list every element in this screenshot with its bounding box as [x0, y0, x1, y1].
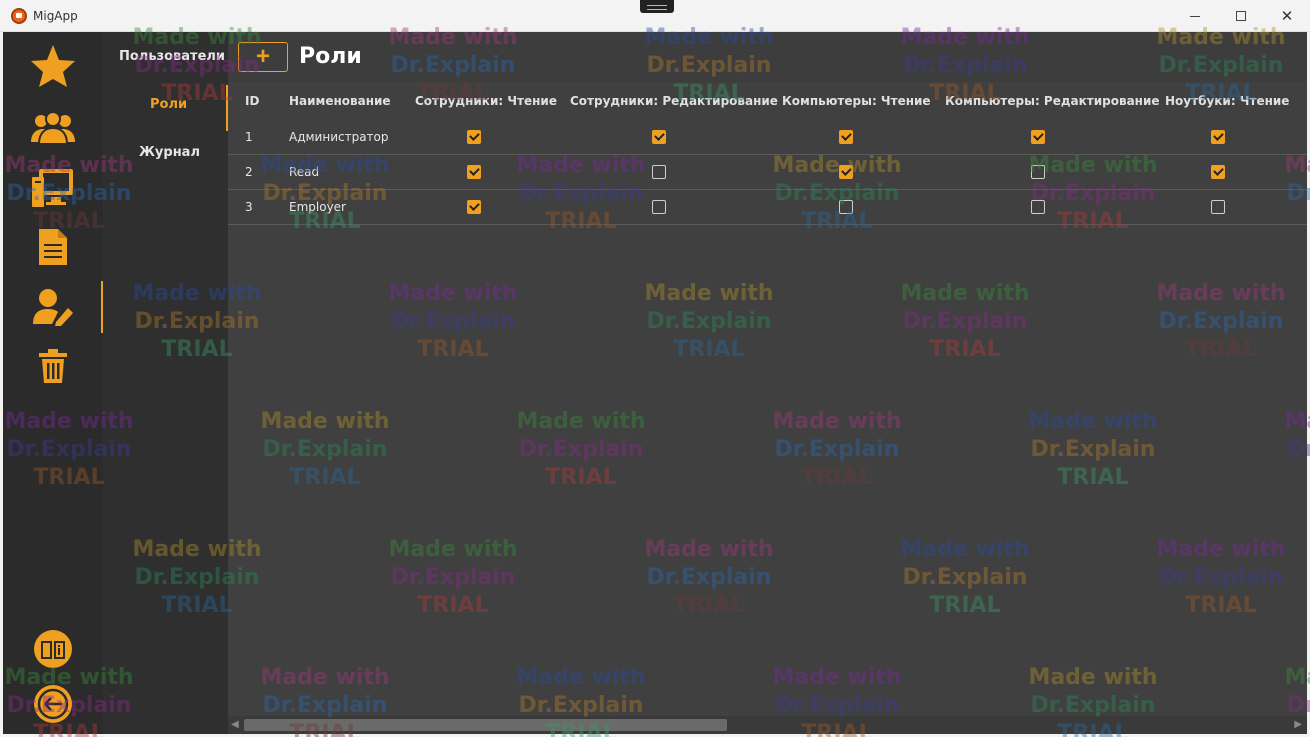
subnav-item-users[interactable]: Пользователи: [103, 37, 228, 77]
permission-checkbox[interactable]: [1031, 165, 1045, 179]
permission-checkbox[interactable]: [839, 200, 853, 214]
cell-permission: [652, 190, 666, 224]
icon-rail: [3, 32, 103, 734]
table-row[interactable]: 3 Employer: [228, 190, 1307, 225]
add-role-button[interactable]: +: [238, 42, 288, 72]
horizontal-scrollbar[interactable]: ◀ ▶: [228, 716, 1307, 734]
logout-icon: [34, 685, 72, 723]
cell-id: 3: [245, 200, 253, 214]
cell-permission: [1211, 120, 1225, 154]
cell-permission: [467, 155, 481, 189]
permission-checkbox[interactable]: [652, 165, 666, 179]
cell-permission: [652, 155, 666, 189]
app-icon: [11, 8, 27, 24]
rail-item-admin[interactable]: [3, 281, 103, 333]
column-header-laptops-read[interactable]: Ноутбуки: Чтение: [1165, 82, 1289, 120]
window-title: MigApp: [33, 9, 78, 23]
close-icon: ✕: [1280, 7, 1294, 25]
roles-table: ID Наименование Сотрудники: Чтение Сотру…: [228, 82, 1307, 716]
permission-checkbox[interactable]: [652, 200, 666, 214]
permission-checkbox[interactable]: [1031, 130, 1045, 144]
cell-permission: [1031, 120, 1045, 154]
minimize-button[interactable]: [1172, 0, 1218, 32]
rail-item-favorites[interactable]: [3, 40, 103, 92]
document-icon: [39, 229, 67, 265]
close-button[interactable]: ✕: [1264, 0, 1310, 32]
maximize-icon: [1236, 11, 1246, 21]
scroll-thumb[interactable]: [244, 719, 727, 731]
permission-checkbox[interactable]: [652, 130, 666, 144]
title-bar: MigApp ✕: [0, 0, 1310, 32]
user-edit-icon: [33, 289, 73, 326]
cell-permission: [467, 190, 481, 224]
permission-checkbox[interactable]: [467, 200, 481, 214]
page-header: + Роли: [228, 32, 1307, 82]
subnav-item-journal[interactable]: Журнал: [103, 133, 228, 173]
rail-item-documents[interactable]: [3, 221, 103, 273]
maximize-button[interactable]: [1218, 0, 1264, 32]
table-header-row: ID Наименование Сотрудники: Чтение Сотру…: [228, 82, 1307, 120]
page-title: Роли: [299, 44, 362, 69]
subnav-item-roles[interactable]: Роли: [103, 85, 228, 131]
cell-permission: [467, 120, 481, 154]
cell-permission: [1031, 190, 1045, 224]
rail-item-logout[interactable]: [3, 678, 103, 730]
star-icon: [31, 45, 75, 87]
column-header-name[interactable]: Наименование: [289, 82, 391, 120]
cell-permission: [652, 120, 666, 154]
permission-checkbox[interactable]: [1031, 200, 1045, 214]
help-book-icon: [34, 630, 72, 668]
cell-permission: [1031, 155, 1045, 189]
cell-permission: [839, 155, 853, 189]
column-header-employees-edit[interactable]: Сотрудники: Редактирование: [570, 82, 778, 120]
rail-item-users[interactable]: [3, 102, 103, 154]
snap-layout-handle[interactable]: [640, 0, 674, 13]
minimize-icon: [1190, 16, 1200, 17]
permission-checkbox[interactable]: [1211, 130, 1225, 144]
cell-id: 1: [245, 130, 253, 144]
cell-permission: [839, 120, 853, 154]
permission-checkbox[interactable]: [467, 130, 481, 144]
cell-id: 2: [245, 165, 253, 179]
sub-navigation: Пользователи Роли Журнал: [103, 32, 228, 734]
permission-checkbox[interactable]: [839, 130, 853, 144]
permission-checkbox[interactable]: [839, 165, 853, 179]
cell-name: Администратор: [289, 130, 389, 144]
permission-checkbox[interactable]: [1211, 165, 1225, 179]
rail-item-help[interactable]: [3, 623, 103, 675]
trash-icon: [39, 349, 67, 383]
table-row[interactable]: 2 Read: [228, 155, 1307, 190]
scroll-right-icon[interactable]: ▶: [1294, 719, 1302, 730]
computer-icon: [32, 169, 73, 207]
main-content: + Роли ID Наименование Сотрудники: Чтени…: [228, 32, 1307, 734]
rail-item-computers[interactable]: [3, 162, 103, 214]
column-header-id[interactable]: ID: [245, 82, 259, 120]
column-header-computers-read[interactable]: Компьютеры: Чтение: [782, 82, 931, 120]
permission-checkbox[interactable]: [1211, 200, 1225, 214]
cell-name: Employer: [289, 200, 346, 214]
permission-checkbox[interactable]: [467, 165, 481, 179]
cell-permission: [1211, 190, 1225, 224]
column-header-computers-edit[interactable]: Компьютеры: Редактирование: [945, 82, 1160, 120]
scroll-left-icon[interactable]: ◀: [231, 719, 239, 730]
cell-name: Read: [289, 165, 320, 179]
table-row[interactable]: 1 Администратор: [228, 120, 1307, 155]
cell-permission: [1211, 155, 1225, 189]
cell-permission: [839, 190, 853, 224]
column-header-employees-read[interactable]: Сотрудники: Чтение: [415, 82, 557, 120]
rail-item-trash[interactable]: [3, 340, 103, 392]
users-icon: [31, 111, 75, 145]
